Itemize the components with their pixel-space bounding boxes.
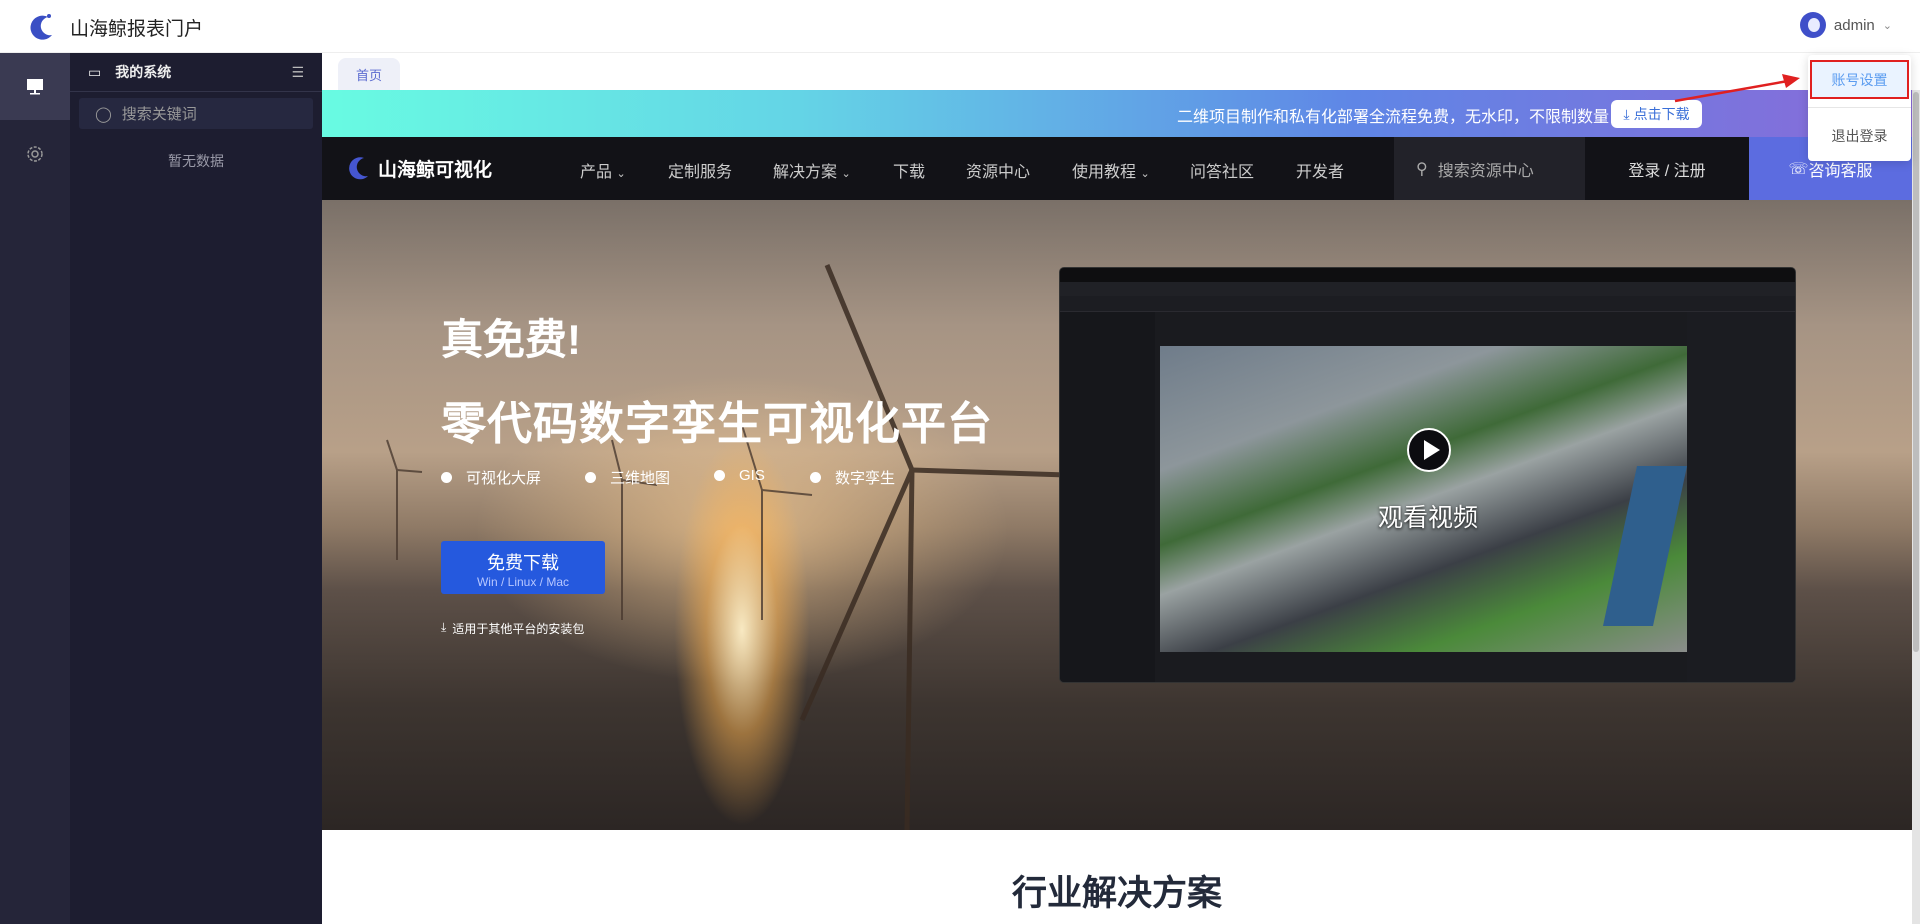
monitor-icon: [27, 79, 43, 95]
nav-community[interactable]: 问答社区: [1190, 158, 1254, 182]
avatar: [1799, 12, 1826, 38]
other-platforms-label: 适用于其他平台的安装包: [452, 622, 585, 636]
chevron-down-icon: ⌄: [1882, 19, 1892, 32]
account-settings-item[interactable]: 账号设置: [1810, 60, 1909, 99]
user-menu-trigger[interactable]: admin ⌄: [1799, 12, 1892, 38]
video-pool: [1602, 466, 1688, 626]
logout-item[interactable]: 退出登录: [1808, 121, 1911, 151]
bullet-icon: [441, 472, 452, 483]
feature-label: 三维地图: [610, 470, 671, 487]
feature-item: 数字孪生: [810, 467, 895, 488]
nav-label: 产品: [580, 164, 613, 181]
free-download-button[interactable]: 免费下载 Win / Linux / Mac: [441, 541, 605, 594]
search-placeholder: 搜索资源中心: [1437, 162, 1534, 180]
gear-icon: [27, 145, 43, 162]
nav-system-button[interactable]: [0, 53, 70, 120]
search-placeholder: 搜索关键词: [121, 106, 197, 123]
app-title: 山海鲸报表门户: [70, 19, 204, 40]
video-preview[interactable]: 观看视频: [1060, 268, 1795, 682]
video-right-panel: [1687, 312, 1795, 682]
watch-video-label: 观看视频: [1378, 504, 1479, 532]
menu-divider: [1808, 107, 1911, 108]
site-brand[interactable]: 山海鲸可视化: [346, 154, 492, 182]
nav-custom-service[interactable]: 定制服务: [668, 158, 732, 182]
chevron-down-icon: ⌄: [616, 168, 626, 180]
sidebar-title: 我的系统: [115, 64, 172, 80]
promo-text: 二维项目制作和私有化部署全流程免费，无水印，不限制数量: [1177, 109, 1610, 126]
tab-home[interactable]: 首页: [338, 58, 400, 90]
nav-tutorials[interactable]: 使用教程 ⌄: [1072, 158, 1150, 182]
resource-search-input[interactable]: ⚲ 搜索资源中心: [1394, 137, 1585, 200]
nav-download[interactable]: 下载: [893, 158, 925, 182]
nav-solutions[interactable]: 解决方案 ⌄: [773, 158, 851, 182]
chevron-down-icon: ⌄: [841, 168, 851, 180]
hero-subtitle: 零代码数字孪生可视化平台: [441, 398, 994, 449]
bullet-icon: [810, 472, 821, 483]
feature-item: GIS: [714, 467, 765, 484]
nav-developers[interactable]: 开发者: [1296, 158, 1344, 182]
nav-products[interactable]: 产品 ⌄: [580, 158, 626, 182]
chevron-down-icon: ⌄: [1140, 168, 1150, 180]
bullet-icon: [585, 472, 596, 483]
app-logo-icon: [30, 14, 52, 40]
sidebar-header: ▭ 我的系统 ☰: [70, 53, 322, 92]
search-icon: ◯: [95, 105, 112, 123]
sidebar-search-input[interactable]: ◯ 搜索关键词: [79, 98, 313, 129]
section-title: 行业解决方案: [1011, 874, 1222, 913]
site-navbar: 山海鲸可视化 产品 ⌄ 定制服务 解决方案 ⌄ 下载 资源中心 使用教程 ⌄ 问…: [322, 137, 1912, 200]
icon-sidebar: [0, 53, 70, 924]
feature-item: 可视化大屏: [441, 467, 541, 488]
download-label: 免费下载: [487, 553, 559, 573]
download-icon: ⤓: [441, 620, 447, 634]
video-browser-tabs: [1060, 268, 1795, 282]
play-icon[interactable]: [1407, 428, 1451, 472]
collapse-menu-icon[interactable]: ☰: [291, 64, 304, 81]
username: admin: [1833, 16, 1875, 34]
headset-icon: ☏: [1788, 160, 1809, 178]
video-browser-url: [1060, 282, 1795, 296]
search-icon: ⚲: [1416, 160, 1428, 178]
hero-title: 真免费!: [441, 316, 581, 363]
screen-icon: ▭: [88, 63, 102, 80]
video-toolbar: [1060, 296, 1795, 312]
feature-label: 可视化大屏: [466, 470, 542, 487]
scrollbar-thumb[interactable]: [1913, 92, 1919, 652]
brand-logo-icon: [349, 157, 368, 180]
bullet-icon: [714, 470, 725, 481]
system-sidebar: ▭ 我的系统 ☰ ◯ 搜索关键词 暂无数据: [70, 53, 322, 924]
login-register-button[interactable]: 登录 / 注册: [1585, 137, 1749, 200]
brand-name: 山海鲸可视化: [378, 159, 493, 181]
hero-section: 真免费! 零代码数字孪生可视化平台 可视化大屏 三维地图 GIS 数字孪生 免费…: [322, 200, 1912, 830]
other-platforms-link[interactable]: ⤓ 适用于其他平台的安装包: [441, 620, 584, 637]
nav-resources[interactable]: 资源中心: [966, 158, 1030, 182]
video-left-panel: [1060, 312, 1155, 682]
download-icon: ⤓: [1623, 105, 1630, 122]
empty-state: 暂无数据: [168, 153, 224, 169]
nav-settings-button[interactable]: [0, 120, 70, 187]
red-arrow-annotation: [1674, 74, 1800, 103]
user-dropdown-menu: 账号设置 退出登录: [1808, 55, 1911, 161]
nav-label: 使用教程: [1072, 164, 1137, 181]
top-header: 山海鲸报表门户 admin ⌄: [0, 0, 1920, 53]
nav-label: 解决方案: [773, 164, 838, 181]
platforms-label: Win / Linux / Mac: [476, 575, 570, 589]
feature-label: 数字孪生: [835, 470, 896, 487]
feature-item: 三维地图: [585, 467, 670, 488]
feature-label: GIS: [739, 467, 765, 484]
